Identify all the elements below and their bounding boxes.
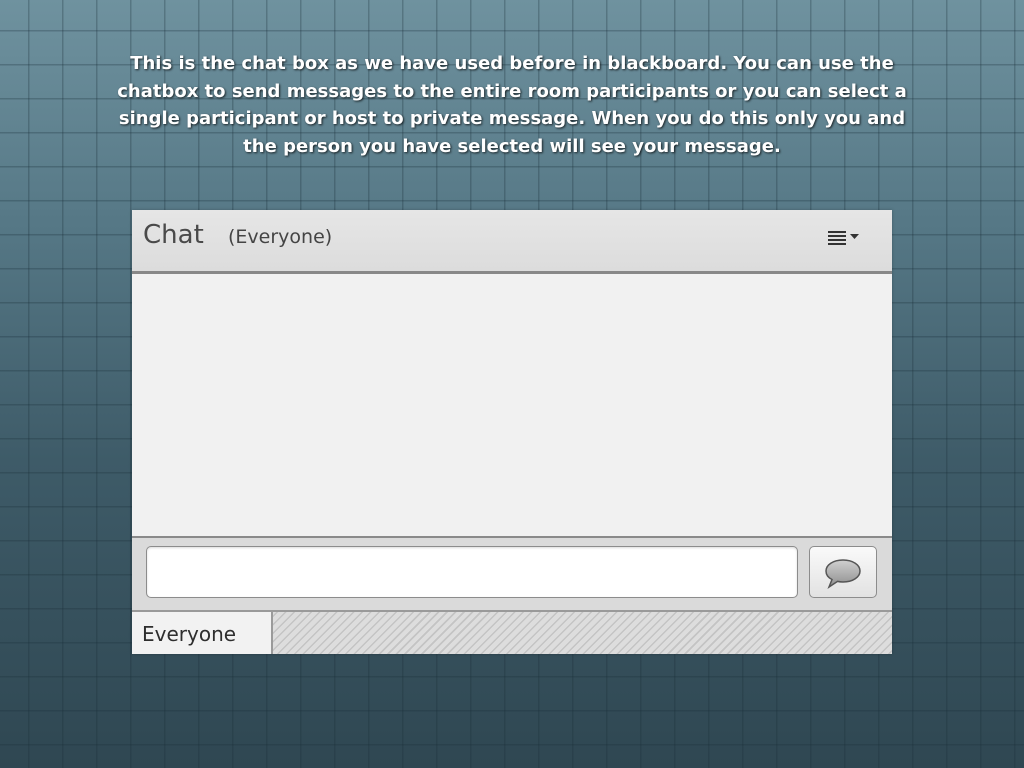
- chat-scope-label: (Everyone): [228, 226, 333, 248]
- chat-message-input[interactable]: [146, 546, 798, 598]
- tab-everyone-label: Everyone: [142, 622, 237, 646]
- chat-header: Chat (Everyone): [132, 210, 892, 274]
- tab-everyone[interactable]: Everyone: [132, 612, 273, 654]
- chat-options-menu-button[interactable]: [826, 226, 866, 250]
- send-message-button[interactable]: [809, 546, 877, 598]
- speech-bubble-icon: [825, 559, 861, 589]
- slide-caption: This is the chat box as we have used bef…: [117, 53, 907, 157]
- list-menu-dropdown-icon: [828, 231, 859, 245]
- chat-title: Chat: [143, 220, 204, 250]
- chat-panel: Chat (Everyone) Everyone: [132, 210, 892, 654]
- chat-tab-strip: Everyone: [132, 612, 892, 654]
- chat-message-area[interactable]: [132, 274, 892, 536]
- chat-input-bar: [132, 536, 892, 612]
